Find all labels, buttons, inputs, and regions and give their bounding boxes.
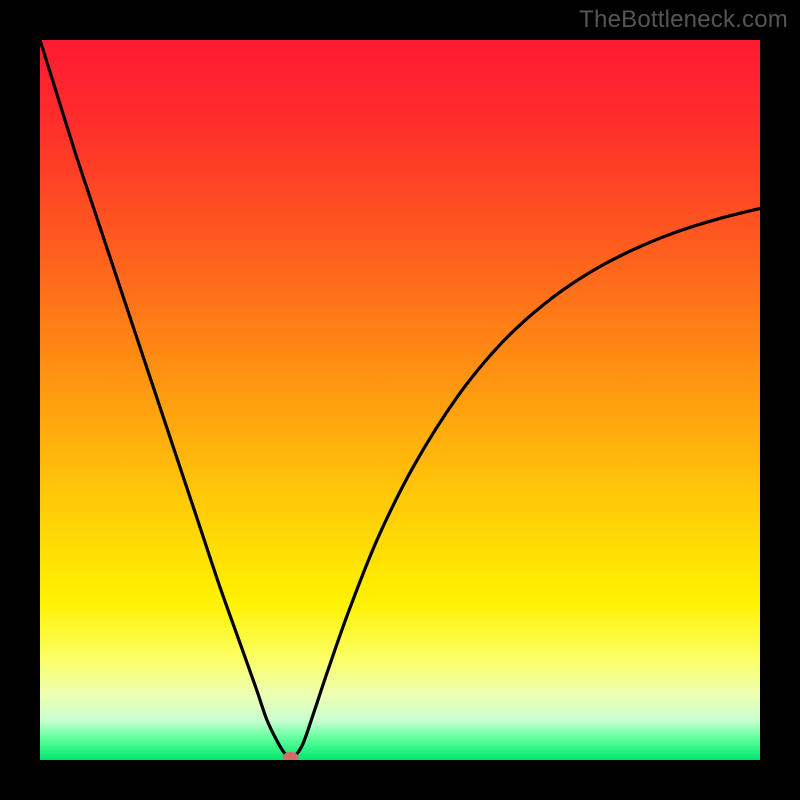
curve-line: [40, 40, 760, 759]
plot-area: [40, 40, 760, 760]
curve-layer: [40, 40, 760, 760]
chart-frame: TheBottleneck.com: [0, 0, 800, 800]
watermark-text: TheBottleneck.com: [579, 6, 788, 34]
